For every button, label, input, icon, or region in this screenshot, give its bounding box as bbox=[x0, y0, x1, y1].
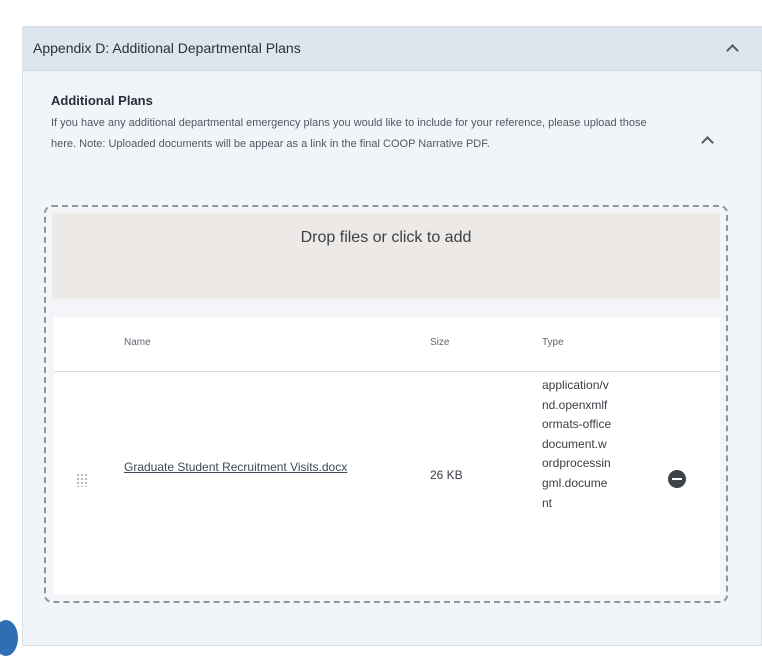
appendix-panel: Appendix D: Additional Departmental Plan… bbox=[22, 26, 762, 646]
minus-circle-icon[interactable] bbox=[668, 470, 686, 488]
appendix-title: Appendix D: Additional Departmental Plan… bbox=[33, 40, 301, 56]
uploaded-files-table: Name Size Type Graduate Student Recruitm… bbox=[54, 317, 720, 595]
column-header-type: Type bbox=[542, 337, 564, 348]
file-dropzone[interactable]: Drop files or click to add Name Size Typ… bbox=[44, 205, 728, 603]
chevron-up-icon[interactable] bbox=[726, 44, 739, 57]
chevron-up-icon[interactable] bbox=[701, 136, 714, 149]
file-size: 26 KB bbox=[430, 468, 463, 482]
appendix-header[interactable]: Appendix D: Additional Departmental Plan… bbox=[23, 27, 762, 71]
column-header-name: Name bbox=[124, 337, 151, 348]
additional-plans-title: Additional Plans bbox=[51, 93, 153, 108]
drop-area[interactable]: Drop files or click to add bbox=[52, 213, 720, 299]
file-name-link[interactable]: Graduate Student Recruitment Visits.docx bbox=[124, 457, 374, 477]
file-type: application/vnd.openxmlformats-officedoc… bbox=[542, 378, 612, 510]
additional-plans-description: If you have any additional departmental … bbox=[51, 117, 647, 150]
table-divider bbox=[54, 371, 720, 372]
column-header-size: Size bbox=[430, 337, 450, 348]
help-badge[interactable] bbox=[0, 620, 18, 656]
drop-files-text: Drop files or click to add bbox=[300, 229, 472, 246]
drag-handle-icon[interactable] bbox=[76, 473, 88, 487]
